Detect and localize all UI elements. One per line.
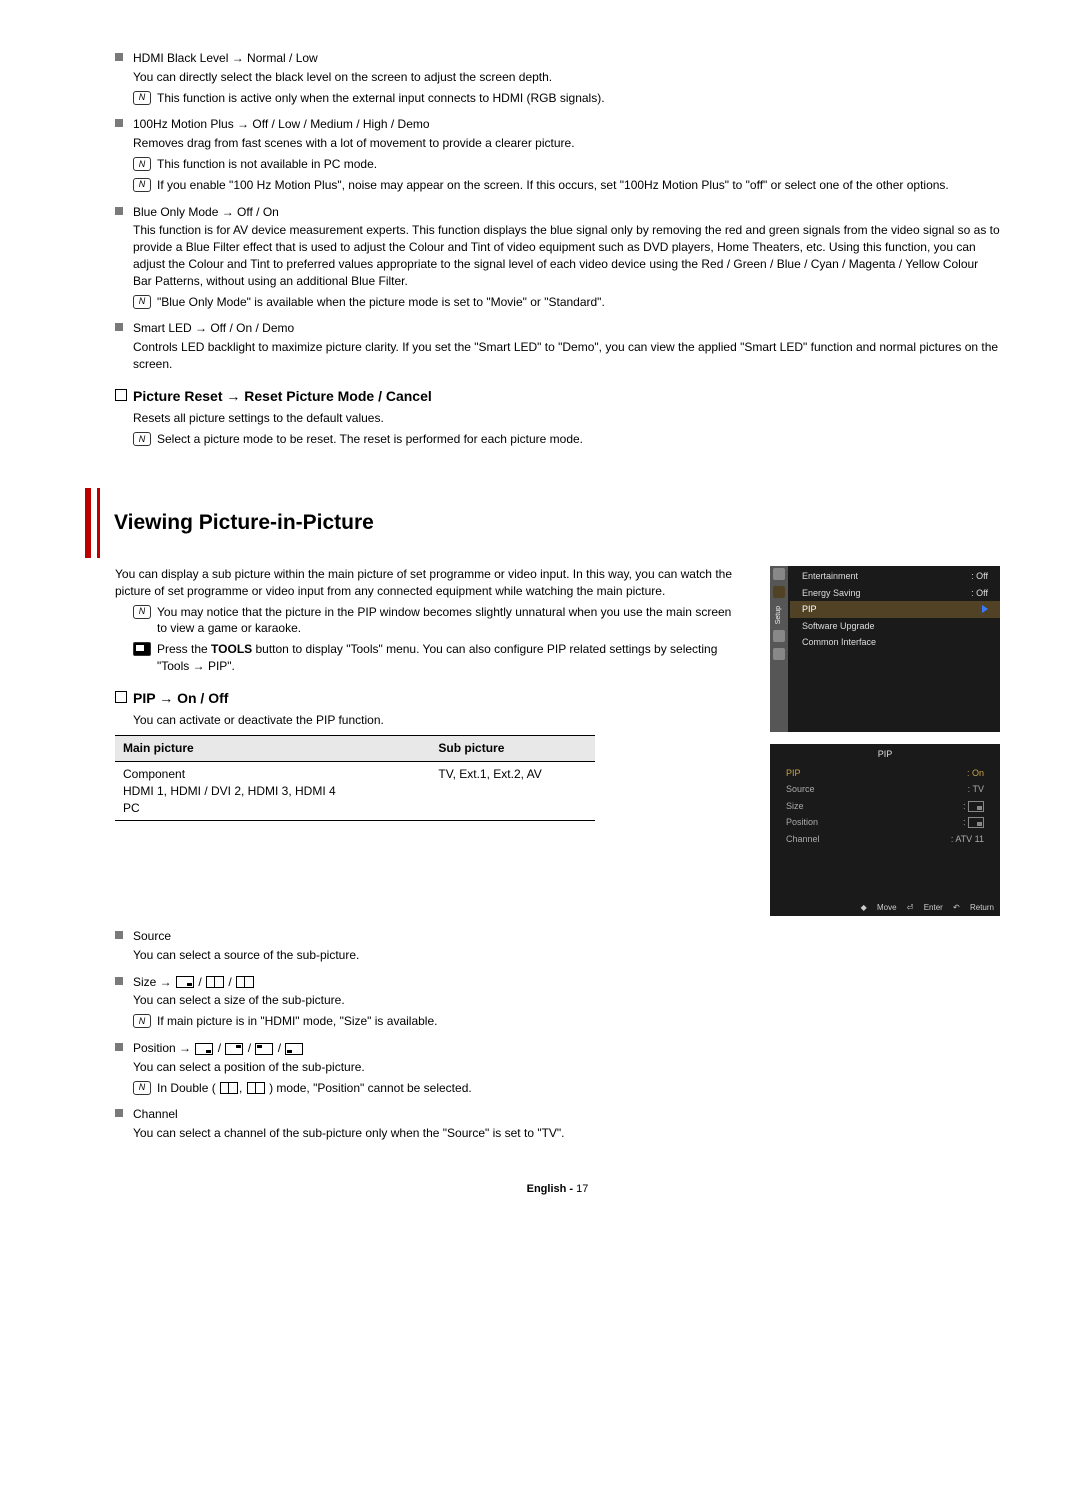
osd-row-selected: PIP: [790, 601, 1000, 618]
item-title: Smart LED → Off / On / Demo: [133, 321, 294, 335]
checkbox-icon: [115, 389, 127, 401]
item-desc: You can select a source of the sub-pictu…: [115, 947, 1000, 964]
position-icon: [968, 817, 984, 828]
item-title: Blue Only Mode → Off / On: [133, 205, 279, 219]
item-desc: This function is for AV device measureme…: [115, 222, 1000, 289]
td-sub: TV, Ext.1, Ext.2, AV: [430, 761, 595, 820]
pos-br-icon: [195, 1043, 213, 1055]
pos-bl-icon: [285, 1043, 303, 1055]
note-icon: N: [133, 91, 151, 105]
size-half-icon: [220, 1082, 238, 1094]
square-bullet-icon: [115, 931, 123, 939]
triangle-right-icon: [982, 605, 988, 613]
td-main: Component HDMI 1, HDMI / DVI 2, HDMI 3, …: [115, 761, 430, 820]
osd-title: PIP: [770, 744, 1000, 765]
note-icon: N: [133, 1081, 151, 1095]
heading-pip-onoff: PIP → On / Off: [115, 689, 740, 709]
square-bullet-icon: [115, 53, 123, 61]
size-split-icon: [247, 1082, 265, 1094]
square-bullet-icon: [115, 1043, 123, 1051]
red-bar-icon: [85, 488, 91, 558]
note-text: In Double ( , ) mode, "Position" cannot …: [157, 1081, 472, 1095]
note-icon: N: [133, 1014, 151, 1028]
section-title: Viewing Picture-in-Picture: [114, 508, 1000, 537]
pos-tr-icon: [225, 1043, 243, 1055]
item-title: Size → / /: [133, 975, 255, 989]
item-desc: Controls LED backlight to maximize pictu…: [115, 339, 1000, 373]
note-icon: N: [133, 295, 151, 309]
square-bullet-icon: [115, 977, 123, 985]
item-desc: You can select a channel of the sub-pict…: [115, 1125, 1000, 1142]
size-split-icon: [236, 976, 254, 988]
osd-setup-menu: Setup Entertainment: Off Energy Saving: …: [770, 566, 1000, 732]
note-text: Select a picture mode to be reset. The r…: [157, 432, 583, 446]
square-bullet-icon: [115, 323, 123, 331]
item-100hz-motion: 100Hz Motion Plus → Off / Low / Medium /…: [115, 116, 1000, 193]
note-text: This function is not available in PC mod…: [157, 157, 377, 171]
item-desc: You can select a position of the sub-pic…: [115, 1059, 1000, 1076]
onoff-desc: You can activate or deactivate the PIP f…: [115, 712, 740, 729]
item-channel: Channel You can select a channel of the …: [115, 1106, 1000, 1142]
section-heading: Viewing Picture-in-Picture: [85, 488, 1000, 558]
size-half-icon: [206, 976, 224, 988]
osd-pip-menu: PIP PIP: On Source: TV Size: Position: C…: [770, 744, 1000, 916]
menu-icon: [773, 630, 785, 642]
item-title: HDMI Black Level → Normal / Low: [133, 51, 318, 65]
item-title: Source: [133, 929, 171, 943]
item-blue-only: Blue Only Mode → Off / On This function …: [115, 204, 1000, 311]
note-text: If you enable "100 Hz Motion Plus", nois…: [157, 178, 949, 192]
th-main: Main picture: [115, 736, 430, 762]
reset-desc: Resets all picture settings to the defau…: [115, 410, 1000, 427]
square-bullet-icon: [115, 119, 123, 127]
tools-hint: Press the TOOLS button to display "Tools…: [115, 641, 740, 675]
note-icon: N: [133, 178, 151, 192]
setup-label: Setup: [774, 606, 784, 624]
menu-icon: [773, 586, 785, 598]
item-desc: You can select a size of the sub-picture…: [115, 992, 1000, 1009]
red-bar-thin-icon: [97, 488, 100, 558]
item-size: Size → / / You can select a size of the …: [115, 974, 1000, 1030]
item-title: Channel: [133, 1107, 178, 1121]
item-smart-led: Smart LED → Off / On / Demo Controls LED…: [115, 320, 1000, 372]
th-sub: Sub picture: [430, 736, 595, 762]
item-source: Source You can select a source of the su…: [115, 928, 1000, 964]
page-footer: English - 17: [115, 1182, 1000, 1197]
item-hdmi-black-level: HDMI Black Level → Normal / Low You can …: [115, 50, 1000, 106]
osd-column: Setup Entertainment: Off Energy Saving: …: [770, 566, 1000, 916]
size-small-icon: [176, 976, 194, 988]
heading-picture-reset: Picture Reset → Reset Picture Mode / Can…: [115, 387, 1000, 407]
note-icon: N: [133, 157, 151, 171]
note-icon: N: [133, 432, 151, 446]
osd-footer: ◆ Move ⏎ Enter ↶ Return: [770, 899, 1000, 916]
tools-icon: [133, 642, 151, 656]
menu-icon: [773, 568, 785, 580]
checkbox-icon: [115, 691, 127, 703]
item-title: Position → / / /: [133, 1041, 304, 1055]
square-bullet-icon: [115, 1109, 123, 1117]
size-icon: [968, 801, 984, 812]
pos-tl-icon: [255, 1043, 273, 1055]
item-title: 100Hz Motion Plus → Off / Low / Medium /…: [133, 117, 430, 131]
pip-intro: You can display a sub picture within the…: [115, 566, 740, 600]
note-text: If main picture is in "HDMI" mode, "Size…: [157, 1014, 437, 1028]
note-text: You may notice that the picture in the P…: [157, 605, 731, 636]
note-text: This function is active only when the ex…: [157, 91, 605, 105]
menu-icon: [773, 648, 785, 660]
pip-table: Main pictureSub picture Component HDMI 1…: [115, 735, 595, 821]
item-desc: Removes drag from fast scenes with a lot…: [115, 135, 1000, 152]
square-bullet-icon: [115, 207, 123, 215]
note-text: "Blue Only Mode" is available when the p…: [157, 295, 605, 309]
item-position: Position → / / / You can select a positi…: [115, 1040, 1000, 1096]
item-desc: You can directly select the black level …: [115, 69, 1000, 86]
note-icon: N: [133, 605, 151, 619]
